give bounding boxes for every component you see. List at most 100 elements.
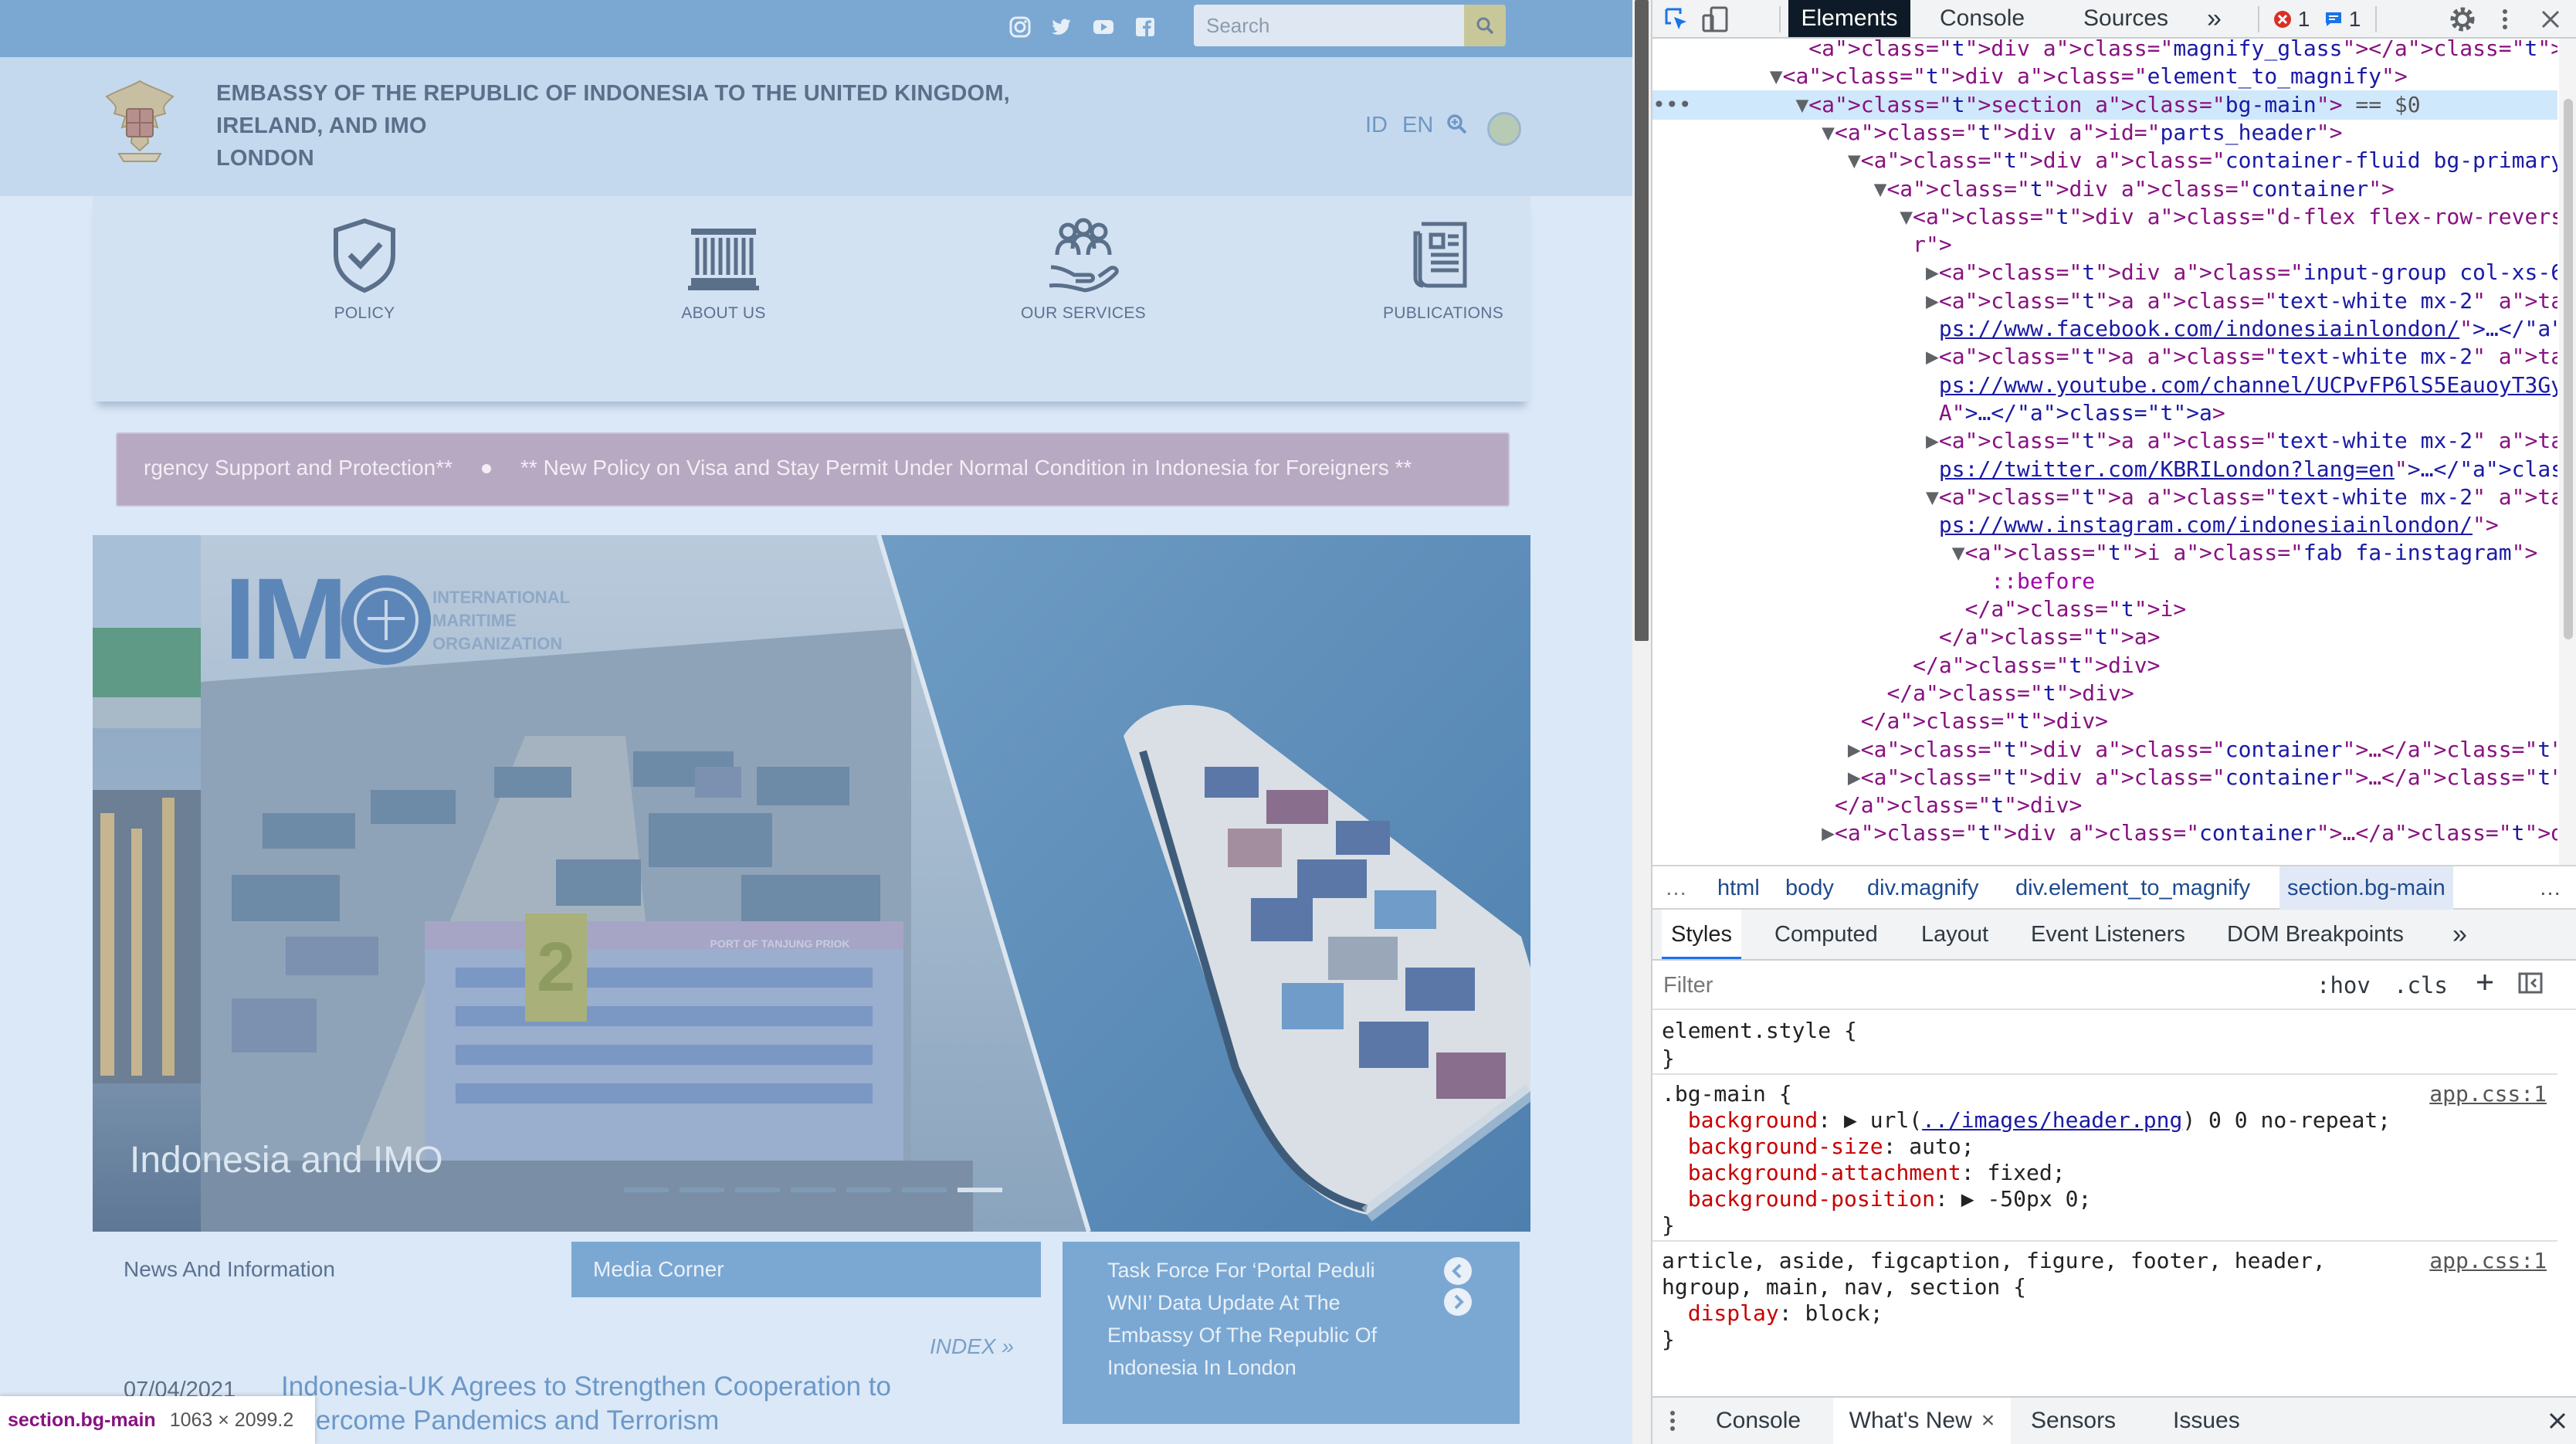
styles-pane[interactable]: element.style {} .bg-main { background: ▶… — [1652, 1012, 2557, 1384]
close-devtools-icon[interactable] — [2540, 9, 2561, 29]
language-id-link[interactable]: ID — [1365, 113, 1388, 138]
dom-node[interactable]: ▶<a">class="t">div a">class="container">… — [1652, 735, 2557, 764]
expand-toggle-icon[interactable] — [1926, 512, 1939, 537]
style-rule-line[interactable]: } — [1662, 1046, 2557, 1072]
expand-toggle-icon[interactable]: ▼ — [1952, 540, 1965, 565]
inspect-element-icon[interactable] — [1663, 6, 1690, 32]
dom-node[interactable]: ps://www.instagram.com/indonesiainlondon… — [1652, 510, 2557, 540]
class-toggle[interactable]: .cls — [2394, 968, 2448, 1002]
carousel-indicator[interactable] — [624, 1188, 669, 1192]
expand-toggle-icon[interactable] — [1822, 792, 1835, 818]
tab-styles[interactable]: Styles — [1662, 910, 1741, 959]
style-rule-line[interactable]: background-position: ▶ -50px 0; — [1662, 1186, 2557, 1212]
dom-node[interactable]: ▼<a">class="t">div a">class="d-flex flex… — [1652, 202, 2557, 232]
tab-sources[interactable]: Sources — [2083, 0, 2168, 37]
dom-node[interactable]: </a">class="t">div> — [1652, 791, 2557, 820]
dom-node[interactable]: A">…</"a">class="t">a> — [1652, 398, 2557, 428]
breadcrumb-more[interactable]: … — [1665, 866, 1687, 910]
dom-tree-scrollbar-thumb[interactable] — [2564, 99, 2573, 639]
dom-node-selected[interactable]: ••• ▼<a">class="t">section a">class="bg-… — [1652, 90, 2557, 120]
device-toolbar-icon[interactable] — [1700, 5, 1730, 34]
expand-toggle-icon[interactable] — [1848, 708, 1861, 734]
dom-node[interactable]: ▶<a">class="t">a a">class="text-white mx… — [1652, 426, 2557, 456]
dom-node[interactable]: ▼<a">class="t">div a">class="container-f… — [1652, 146, 2557, 175]
add-rule-icon[interactable] — [2474, 971, 2497, 995]
dom-node[interactable]: ▶<a">class="t">div a">class="input-group… — [1652, 258, 2557, 287]
drawer-tab-sensors[interactable]: Sensors — [2031, 1398, 2116, 1444]
more-tabs-button[interactable]: » — [2207, 0, 2222, 37]
style-rule-line[interactable]: } — [1662, 1212, 2557, 1239]
breadcrumb-item[interactable]: html — [1717, 866, 1760, 910]
dom-node[interactable]: ps://twitter.com/KBRILondon?lang=en">…</… — [1652, 455, 2557, 484]
breadcrumb-item-selected[interactable]: section.bg-main — [2279, 866, 2453, 910]
toggle-sidebar-icon[interactable] — [2517, 971, 2544, 995]
expand-toggle-icon[interactable]: ▼ — [1770, 63, 1783, 89]
tab-layout[interactable]: Layout — [1921, 910, 1988, 959]
arrow-left-icon[interactable] — [1444, 1257, 1472, 1285]
breadcrumb-overflow[interactable]: … — [2539, 866, 2561, 910]
tab-console[interactable]: Console — [1940, 0, 2025, 37]
breadcrumb-item[interactable]: div.element_to_magnify — [2015, 866, 2250, 910]
drawer-menu-icon[interactable] — [1668, 1408, 1677, 1433]
garuda-crest-logo[interactable] — [91, 73, 188, 174]
carousel-indicator[interactable] — [958, 1188, 1002, 1192]
style-rule-line[interactable]: .bg-main { — [1662, 1081, 2557, 1107]
tab-news-and-information[interactable]: News And Information — [100, 1242, 571, 1297]
nav-item-policy[interactable]: POLICY — [272, 216, 457, 323]
facebook-icon[interactable] — [1134, 15, 1157, 39]
expand-toggle-icon[interactable] — [1926, 316, 1939, 341]
dom-node[interactable]: ▶<a">class="t">div a">class="container">… — [1652, 819, 2557, 848]
news-headline-link[interactable]: Indonesia-UK Agrees to Strengthen Cooper… — [281, 1370, 961, 1438]
dom-node[interactable]: </a">class="t">i> — [1652, 595, 2557, 624]
message-counter[interactable]: 1 — [2324, 8, 2361, 31]
expand-toggle-icon[interactable]: ▶ — [1926, 288, 1939, 314]
more-subtabs-button[interactable]: » — [2452, 910, 2467, 959]
carousel-indicator[interactable] — [902, 1188, 947, 1192]
style-rule-line[interactable]: } — [1662, 1327, 2557, 1353]
search-button[interactable] — [1464, 5, 1506, 46]
error-counter[interactable]: 1 — [2273, 8, 2310, 31]
carousel-indicator[interactable] — [680, 1188, 724, 1192]
expand-toggle-icon[interactable] — [1900, 232, 1913, 257]
nav-item-our-services[interactable]: OUR SERVICES — [991, 216, 1176, 323]
language-en-link[interactable]: EN — [1402, 113, 1433, 138]
expand-toggle-icon[interactable]: ▶ — [1822, 820, 1835, 846]
carousel-indicator[interactable] — [846, 1188, 891, 1192]
dom-node[interactable]: ▼<a">class="t">div a">class="element_to_… — [1652, 62, 2557, 91]
youtube-icon[interactable] — [1092, 15, 1115, 39]
drawer-tab-issues[interactable]: Issues — [2173, 1398, 2240, 1444]
page-scrollbar-thumb[interactable] — [1635, 0, 1649, 641]
expand-toggle-icon[interactable]: ▼ — [1874, 176, 1887, 202]
expand-toggle-icon[interactable]: ▼ — [1822, 120, 1835, 145]
close-tab-icon[interactable]: × — [1981, 1408, 1995, 1433]
breadcrumb-item[interactable]: div.magnify — [1867, 866, 1979, 910]
dom-node[interactable]: <a">class="t">div a">class="magnify_glas… — [1652, 39, 2557, 63]
dom-node[interactable]: r"> — [1652, 230, 2557, 259]
dom-node[interactable]: </a">class="t">div> — [1652, 651, 2557, 680]
expand-toggle-icon[interactable] — [1926, 624, 1939, 649]
drawer-tab-whats-new[interactable]: What's New × — [1833, 1398, 2011, 1444]
expand-toggle-icon[interactable] — [1900, 653, 1913, 678]
nav-item-publications[interactable]: PUBLICATIONS — [1351, 216, 1536, 323]
globe-icon[interactable] — [1487, 112, 1521, 146]
drawer-tab-console[interactable]: Console — [1716, 1398, 1801, 1444]
dom-node[interactable]: ::before — [1652, 567, 2557, 596]
ticker-item[interactable]: rgency Support and Protection** — [144, 456, 452, 480]
dom-node[interactable]: ps://www.facebook.com/indonesiainlondon/… — [1652, 314, 2557, 344]
site-title[interactable]: EMBASSY OF THE REPUBLIC OF INDONESIA TO … — [216, 77, 1010, 175]
stylesheet-source-link[interactable]: app.css:1 — [2429, 1248, 2547, 1273]
dom-node[interactable]: ▶<a">class="t">a a">class="text-white mx… — [1652, 286, 2557, 316]
task-force-link[interactable]: Task Force For ‘Portal Peduli WNI’ Data … — [1107, 1254, 1385, 1384]
expand-toggle-icon[interactable] — [1795, 39, 1808, 61]
expand-toggle-icon[interactable]: ▶ — [1926, 259, 1939, 285]
expand-toggle-icon[interactable] — [1926, 400, 1939, 425]
expand-toggle-icon[interactable]: ▶ — [1926, 344, 1939, 369]
dom-node[interactable]: </a">class="t">a> — [1652, 622, 2557, 652]
styles-filter-input[interactable]: Filter — [1663, 968, 2296, 1002]
dom-node[interactable]: </a">class="t">div> — [1652, 679, 2557, 708]
tab-event-listeners[interactable]: Event Listeners — [2031, 910, 2185, 959]
tab-computed[interactable]: Computed — [1774, 910, 1878, 959]
style-rule-line[interactable]: article, aside, figcaption, figure, foot… — [1662, 1248, 2557, 1274]
ticker-item[interactable]: ** New Policy on Visa and Stay Permit Un… — [520, 456, 1412, 480]
style-rule-line[interactable]: background-attachment: fixed; — [1662, 1160, 2557, 1186]
